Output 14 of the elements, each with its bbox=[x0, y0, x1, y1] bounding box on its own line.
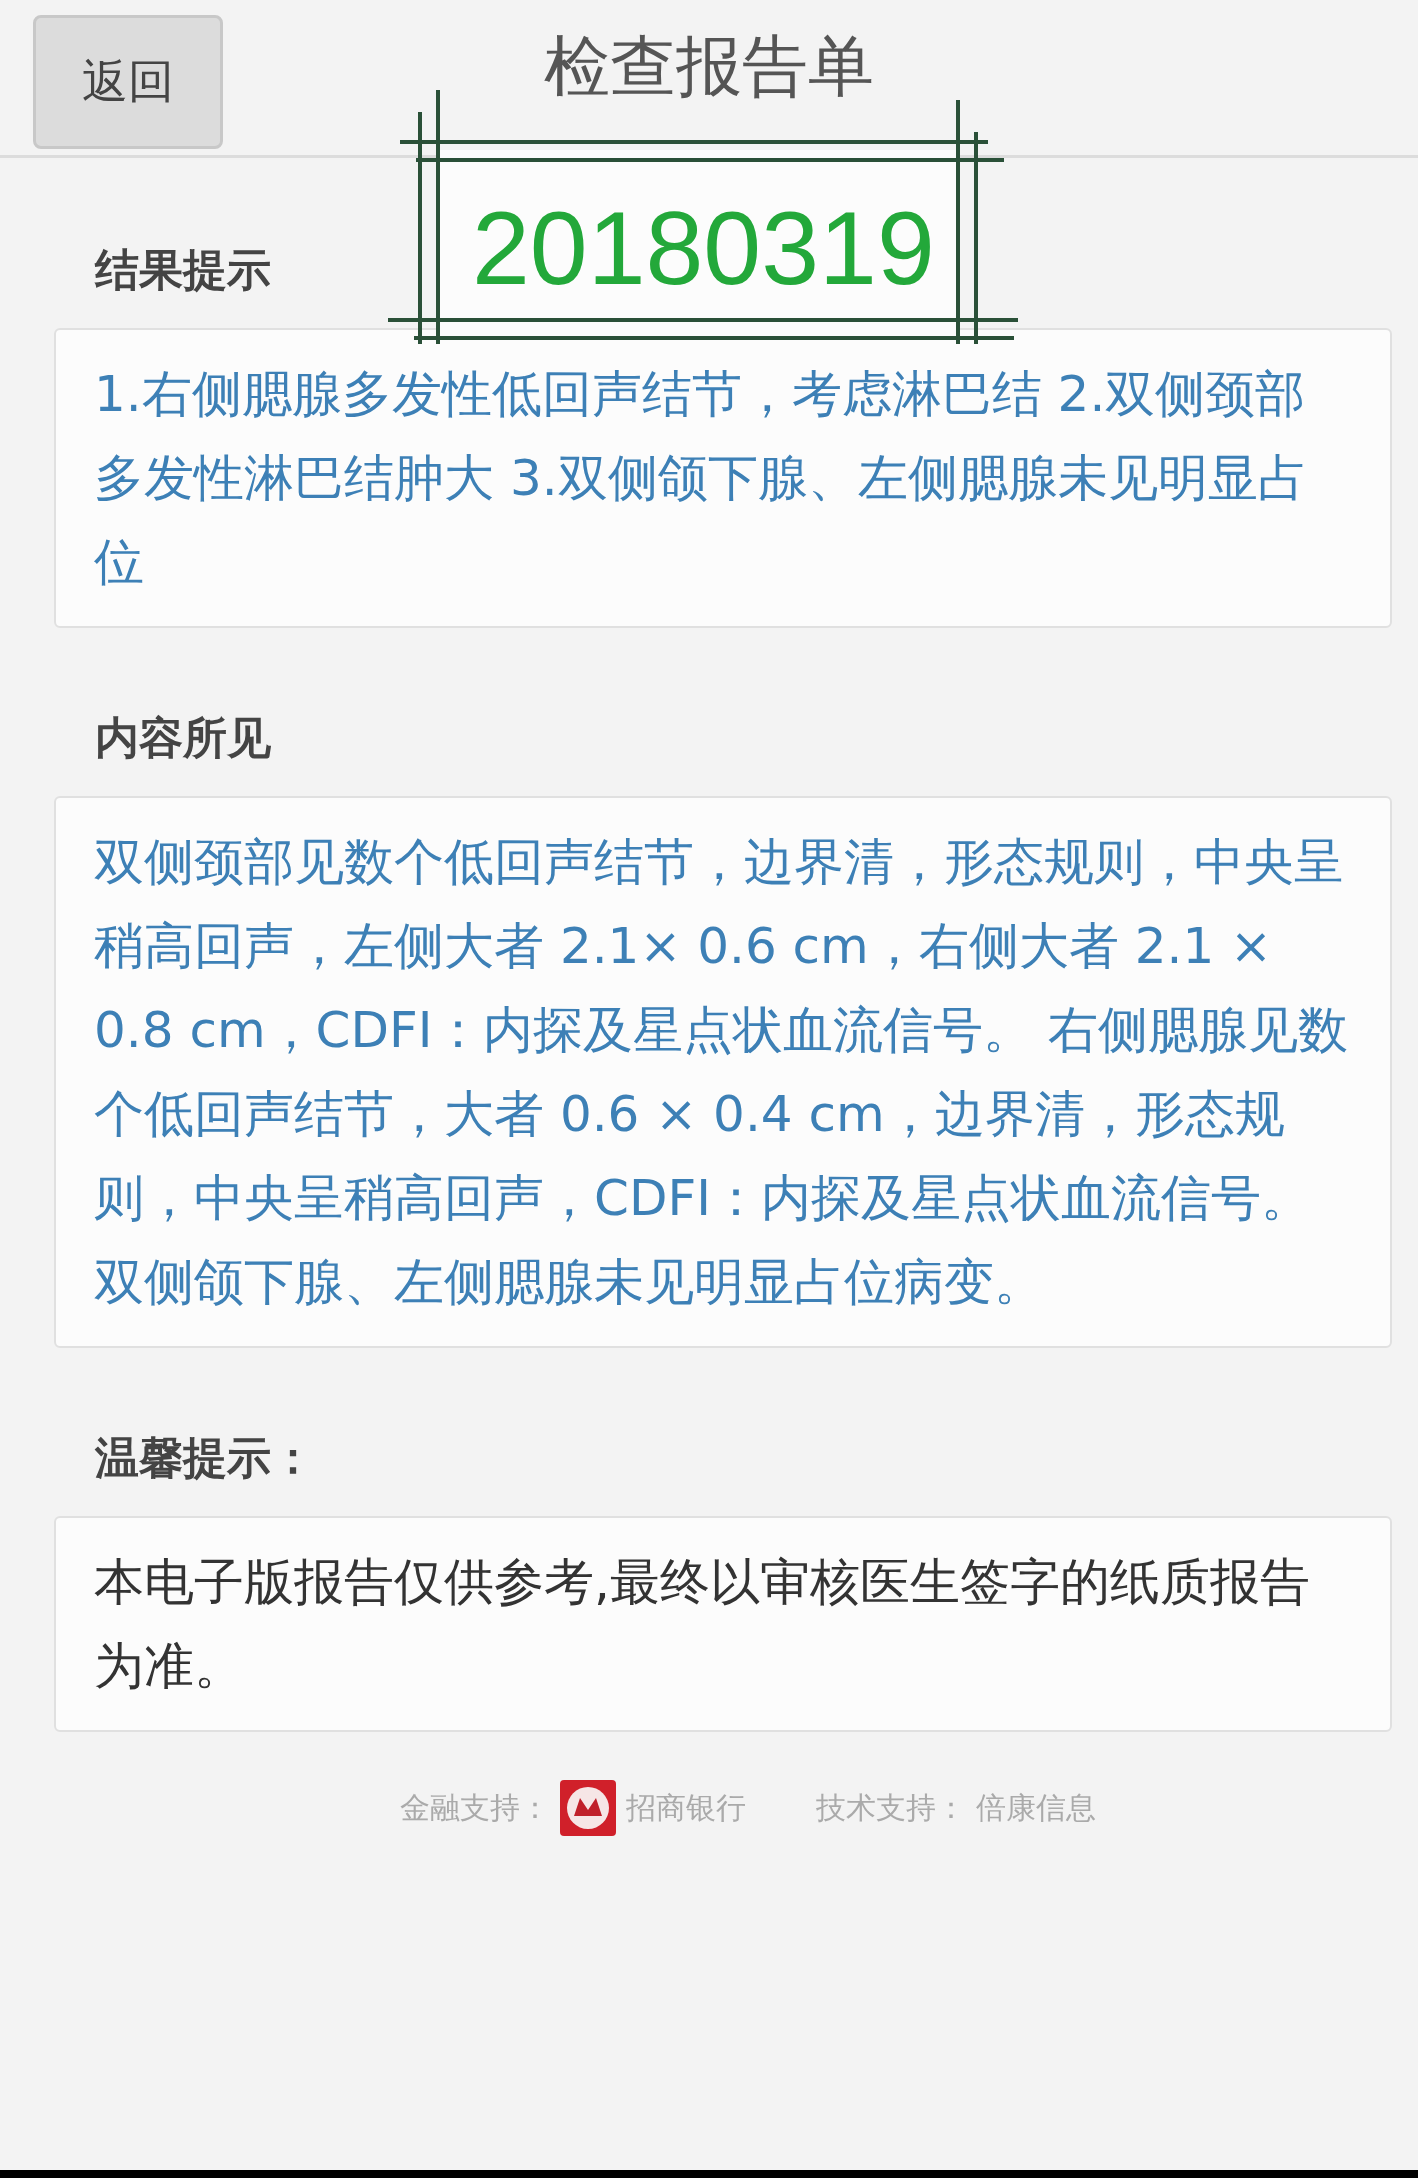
section-heading: 结果提示 bbox=[95, 243, 271, 297]
tech-name: 倍康信息 bbox=[976, 1788, 1096, 1827]
bank-name: 招商银行 bbox=[626, 1788, 746, 1827]
date-text: 20180319 bbox=[472, 196, 935, 300]
bank-logo-icon bbox=[560, 1780, 616, 1836]
finance-label: 金融支持： bbox=[400, 1788, 550, 1827]
tech-label: 技术支持： bbox=[816, 1788, 966, 1827]
page-title: 检查报告单 bbox=[544, 27, 874, 107]
report-text: 1.右侧腮腺多发性低回声结节，考虑淋巴结 2.双侧颈部多发性淋巴结肿大 3.双侧颌下腺、左侧腮腺未见明显占位 bbox=[54, 328, 1392, 628]
report-text: 双侧颈部见数个低回声结节，边界清，形态规则，中央呈稍高回声，左侧大者 2.1× 0.6 cm，右侧大者 2.1 × 0.8 cm，CDFI：内探及星点状血流信号。 右侧腮腺见数个低回声结节，大者 0.6 × 0.4 cm，边界清，形态规则，中央呈稍高回声，CDFI：内探及星点状血流信号。双侧颌下腺、左侧腮腺未见明显占位病变。 bbox=[54, 796, 1392, 1348]
notice-text: 本电子版报告仅供参考,最终以审核医生签字的纸质报告为准。 bbox=[54, 1516, 1392, 1732]
back-button[interactable]: 返回 bbox=[33, 15, 223, 149]
section-heading: 温馨提示： bbox=[95, 1431, 315, 1485]
section-heading: 内容所见 bbox=[95, 711, 271, 765]
